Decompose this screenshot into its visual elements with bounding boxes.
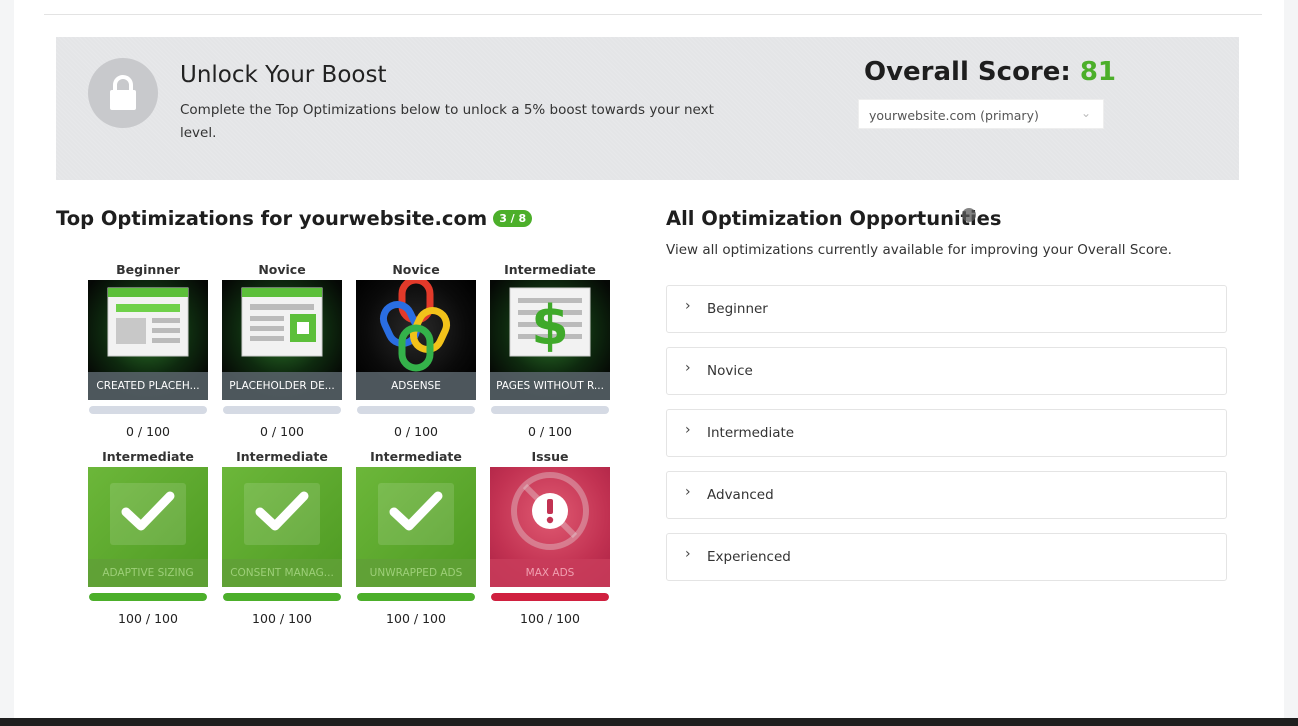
card-caption: PAGES WITHOUT R... xyxy=(490,372,610,400)
accordion-intermediate[interactable]: › Intermediate xyxy=(666,409,1227,457)
optimization-card[interactable]: Intermediate UNWRAPPED ADS 100 / 100 xyxy=(356,449,476,626)
alert-icon xyxy=(490,467,610,559)
svg-text:$: $ xyxy=(531,294,569,357)
card-level: Intermediate xyxy=(102,449,194,464)
progress-fill xyxy=(89,593,207,601)
accordion-label: Experienced xyxy=(707,549,791,565)
card-score: 100 / 100 xyxy=(118,611,178,626)
chevron-right-icon: › xyxy=(685,298,691,314)
card-caption: ADAPTIVE SIZING xyxy=(88,559,208,587)
card-score: 100 / 100 xyxy=(386,611,446,626)
chain-link-icon xyxy=(356,280,476,372)
mouse-cursor xyxy=(962,208,976,222)
optimization-card[interactable]: Novice ADSENSE 0 / 100 xyxy=(356,262,476,439)
placeholder-page-icon xyxy=(88,280,208,372)
all-opportunities-title: All Optimization Opportunities xyxy=(666,207,1002,230)
accordion-advanced[interactable]: › Advanced xyxy=(666,471,1227,519)
card-level: Novice xyxy=(258,262,306,277)
card-caption: ADSENSE xyxy=(356,372,476,400)
card-score: 0 / 100 xyxy=(260,424,304,439)
card-image[interactable]: ADSENSE xyxy=(356,280,476,400)
placeholder-ad-page-icon xyxy=(222,280,342,372)
card-level: Intermediate xyxy=(504,262,596,277)
progress-fill xyxy=(357,593,475,601)
dollar-page-icon: $ xyxy=(490,280,610,372)
chevron-right-icon: › xyxy=(685,422,691,438)
card-score: 100 / 100 xyxy=(252,611,312,626)
card-score: 0 / 100 xyxy=(528,424,572,439)
card-caption: CREATED PLACEH... xyxy=(88,372,208,400)
site-select-value: yourwebsite.com (primary) xyxy=(869,108,1039,123)
boost-description: Complete the Top Optimizations below to … xyxy=(180,102,714,141)
all-opportunities-description: View all optimizations currently availab… xyxy=(666,242,1172,258)
accordion-label: Intermediate xyxy=(707,425,795,441)
progress-fill xyxy=(491,593,609,601)
card-caption: CONSENT MANAG... xyxy=(222,559,342,587)
card-level: Novice xyxy=(392,262,440,277)
progress-fill xyxy=(223,593,341,601)
card-image[interactable]: CONSENT MANAG... xyxy=(222,467,342,587)
top-optimizations-title-text: Top Optimizations for yourwebsite.com xyxy=(56,207,488,230)
chevron-down-icon: ⌄ xyxy=(1080,106,1091,120)
progress-bar xyxy=(223,593,341,601)
bottom-border xyxy=(0,718,1298,726)
progress-bar xyxy=(491,406,609,414)
lock-icon xyxy=(88,58,158,128)
top-divider xyxy=(44,14,1262,15)
progress-badge: 3 / 8 xyxy=(493,210,533,227)
progress-bar xyxy=(491,593,609,601)
card-level: Issue xyxy=(531,449,569,464)
optimization-card[interactable]: Intermediate ADAPTIVE SIZING 100 / 100 xyxy=(88,449,208,626)
site-select[interactable]: yourwebsite.com (primary) ⌄ xyxy=(858,99,1104,129)
accordion-label: Advanced xyxy=(707,487,774,503)
overall-score: Overall Score: 81 xyxy=(864,57,1116,87)
optimization-card[interactable]: Intermediate CONSENT MANAG... 100 / 100 xyxy=(222,449,342,626)
card-level: Intermediate xyxy=(370,449,462,464)
card-image[interactable]: $ PAGES WITHOUT R... xyxy=(490,280,610,400)
check-icon xyxy=(88,467,208,559)
accordion-beginner[interactable]: › Beginner xyxy=(666,285,1227,333)
card-score: 0 / 100 xyxy=(394,424,438,439)
progress-bar xyxy=(89,593,207,601)
check-icon xyxy=(356,467,476,559)
card-image[interactable]: MAX ADS xyxy=(490,467,610,587)
chevron-right-icon: › xyxy=(685,546,691,562)
accordion-label: Beginner xyxy=(707,301,768,317)
accordion-novice[interactable]: › Novice xyxy=(666,347,1227,395)
accordion-experienced[interactable]: › Experienced xyxy=(666,533,1227,581)
chevron-right-icon: › xyxy=(685,360,691,376)
card-level: Beginner xyxy=(116,262,180,277)
card-image[interactable]: PLACEHOLDER DE... xyxy=(222,280,342,400)
optimization-card[interactable]: Novice PLACEHOLDER DE... 0 / 100 xyxy=(222,262,342,439)
chevron-right-icon: › xyxy=(685,484,691,500)
card-level: Intermediate xyxy=(236,449,328,464)
progress-bar xyxy=(357,406,475,414)
card-image[interactable]: UNWRAPPED ADS xyxy=(356,467,476,587)
overall-score-value: 81 xyxy=(1079,57,1117,87)
card-image[interactable]: ADAPTIVE SIZING xyxy=(88,467,208,587)
card-score: 100 / 100 xyxy=(520,611,580,626)
top-optimizations-title: Top Optimizations for yourwebsite.com 3 /… xyxy=(56,207,533,230)
optimization-card[interactable]: Issue MAX ADS 100 / 100 xyxy=(490,449,610,626)
overall-score-label: Overall Score: xyxy=(864,57,1071,87)
optimization-card[interactable]: Intermediate $ PAGES WITHOUT R... 0 / 100 xyxy=(490,262,610,439)
card-score: 0 / 100 xyxy=(126,424,170,439)
progress-bar xyxy=(357,593,475,601)
boost-title: Unlock Your Boost xyxy=(180,62,387,88)
card-caption: UNWRAPPED ADS xyxy=(356,559,476,587)
optimization-card[interactable]: Beginner CREATED PLACEH... 0 / 100 xyxy=(88,262,208,439)
progress-bar xyxy=(89,406,207,414)
check-icon xyxy=(222,467,342,559)
page: Unlock Your Boost Complete the Top Optim… xyxy=(14,0,1284,718)
card-caption: MAX ADS xyxy=(490,559,610,587)
boost-banner: Unlock Your Boost Complete the Top Optim… xyxy=(56,37,1239,180)
accordion-label: Novice xyxy=(707,363,753,379)
progress-bar xyxy=(223,406,341,414)
card-image[interactable]: CREATED PLACEH... xyxy=(88,280,208,400)
card-caption: PLACEHOLDER DE... xyxy=(222,372,342,400)
